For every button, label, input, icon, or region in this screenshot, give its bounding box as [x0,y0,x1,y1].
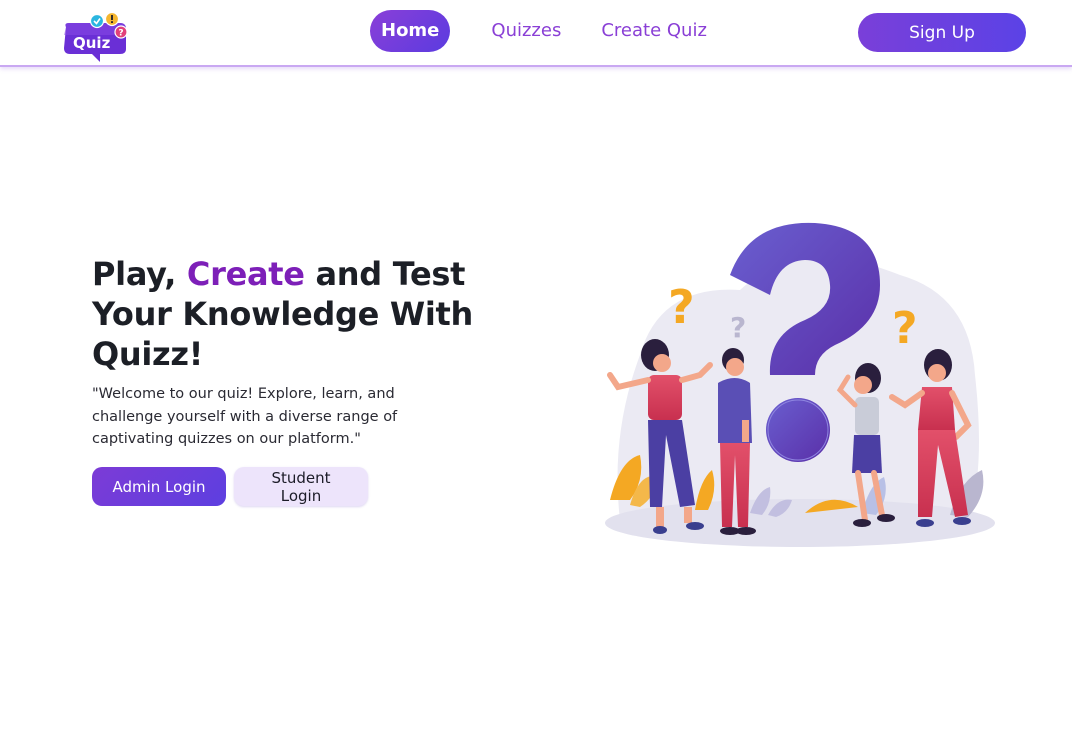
svg-text:?: ? [118,29,123,39]
svg-text:?: ? [730,311,746,344]
quiz-logo-icon: ? Quiz [64,11,128,62]
hero-title: Play, Create and Test Your Knowledge Wit… [92,254,492,374]
svg-text:?: ? [892,303,918,354]
nav-create-quiz[interactable]: Create Quiz [591,10,717,52]
hero-title-accent: Create [186,255,305,293]
student-login-button[interactable]: Student Login [234,467,368,506]
main-nav: Home Quizzes Create Quiz [370,10,717,52]
hero-illustration: ? ? ? [600,215,1000,555]
sign-up-button[interactable]: Sign Up [858,13,1026,52]
svg-text:?: ? [668,280,695,334]
logo-text: Quiz [73,34,111,52]
hero-description: "Welcome to our quiz! Explore, learn, an… [92,386,398,447]
quiz-logo[interactable]: ? Quiz [60,11,132,63]
nav-home[interactable]: Home [370,10,451,52]
login-buttons: Admin Login Student Login [92,467,368,506]
navbar: ? Quiz Home Quizzes Create Quiz Sign Up [0,0,1072,67]
admin-login-button[interactable]: Admin Login [92,467,226,506]
hero-title-part1: Play, [92,255,187,293]
nav-quizzes[interactable]: Quizzes [481,10,571,52]
people-question-mark-illustration: ? ? ? [605,222,995,547]
